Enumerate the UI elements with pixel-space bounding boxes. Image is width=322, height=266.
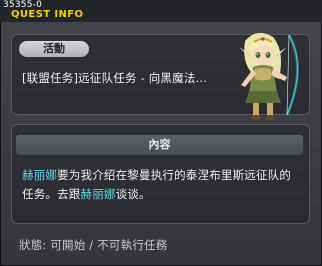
title-bar[interactable]: 35355-0 QUEST INFO [0,0,322,22]
content-panel: 內容 赫丽娜要为我介绍在黎曼执行的泰涅布里斯远征队的任务。去跟赫丽娜谈谈。 [11,124,310,224]
activity-badge: 活動 [19,41,89,57]
content-text: 要为我介绍在黎曼执行的泰涅布里斯远征队的任务。去跟 [22,168,292,201]
quest-name: [联盟任务]远征队任务 - 向黑魔法... [22,71,208,85]
elf-archer-npc-icon [239,32,299,120]
window-title: QUEST INFO [11,9,84,20]
content-body: 赫丽娜要为我介绍在黎曼执行的泰涅布里斯远征队的任务。去跟赫丽娜谈谈。 [22,166,302,204]
quest-status: 狀態: 可開始 / 不可執行任務 [19,238,168,252]
content-header: 內容 [16,135,303,155]
content-text: 谈谈。 [115,187,151,201]
npc-name-link[interactable]: 赫丽娜 [81,187,116,201]
npc-name-link[interactable]: 赫丽娜 [22,168,57,182]
